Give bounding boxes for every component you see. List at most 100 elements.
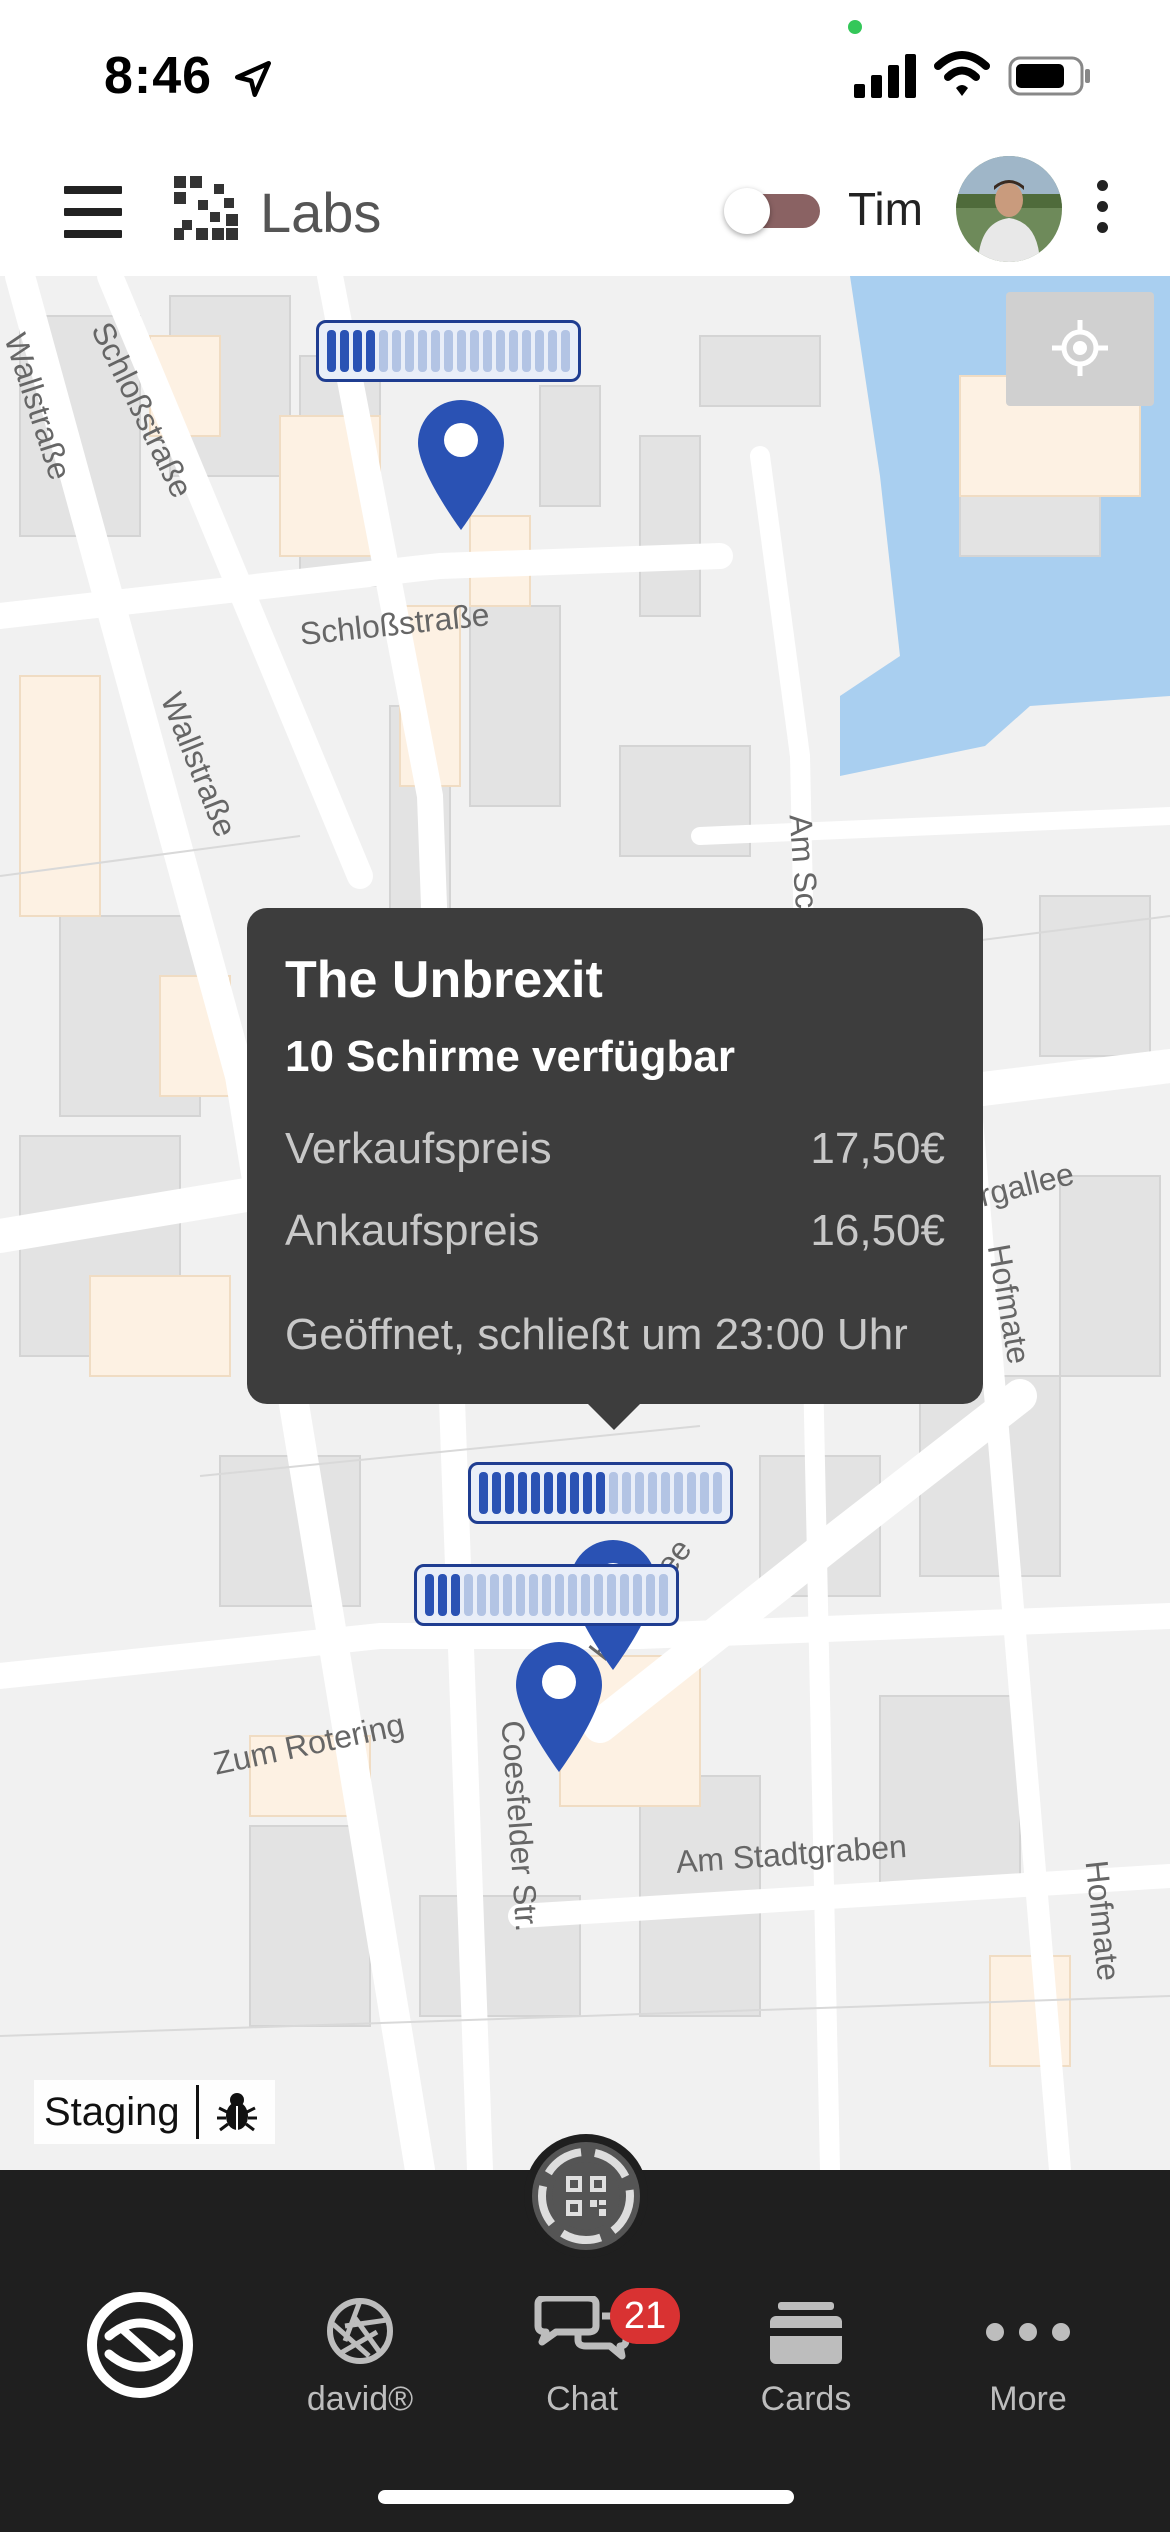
capacity-segment [607, 1574, 616, 1616]
mode-toggle[interactable] [724, 188, 820, 234]
home-indicator[interactable] [378, 2490, 794, 2504]
capacity-bar[interactable] [414, 1564, 679, 1626]
capacity-segment [431, 330, 440, 372]
app-header: Labs Tim [0, 150, 1170, 276]
capacity-segment [392, 330, 401, 372]
capacity-segment [366, 330, 375, 372]
capacity-segment [659, 1574, 668, 1616]
divider [195, 2085, 199, 2139]
capacity-segment [418, 330, 427, 372]
capacity-segment [557, 1472, 566, 1514]
capacity-segment [646, 1574, 655, 1616]
capacity-segment [438, 1574, 447, 1616]
camera-indicator-dot [848, 20, 862, 34]
capacity-segment [477, 1574, 486, 1616]
capacity-segment [661, 1472, 670, 1514]
kebab-dot [1096, 201, 1108, 212]
capacity-segment [444, 330, 453, 372]
kebab-dot [1096, 180, 1108, 191]
capacity-segment [470, 330, 479, 372]
capacity-segment [529, 1574, 538, 1616]
capacity-segment [509, 330, 518, 372]
capacity-segment [405, 330, 414, 372]
avatar-photo [956, 156, 1062, 262]
price-label: Ankaufspreis [285, 1206, 540, 1255]
kebab-dot [1096, 222, 1108, 233]
map-pin-icon[interactable] [516, 1642, 602, 1772]
nav-label: Cards [760, 2380, 852, 2418]
nav-label: david® [306, 2380, 414, 2418]
locate-me-button[interactable] [1006, 292, 1154, 406]
labs-logo-icon [174, 176, 238, 240]
capacity-segment [340, 330, 349, 372]
more-dots-icon [986, 2323, 1070, 2341]
location-popup[interactable]: The Unbrexit 10 Schirme verfügbar Verkau… [247, 908, 983, 1404]
price-label: Verkaufspreis [285, 1124, 552, 1173]
capacity-segment [700, 1472, 709, 1514]
popup-title: The Unbrexit [285, 951, 603, 1009]
capacity-segment [496, 330, 505, 372]
opening-hours: Geöffnet, schließt um 23:00 Uhr [285, 1310, 908, 1359]
capacity-segment [353, 330, 362, 372]
capacity-bar[interactable] [316, 320, 581, 382]
chat-unread-badge: 21 [610, 2288, 680, 2344]
price-value: 16,50€ [810, 1206, 945, 1255]
map-view[interactable]: Wallstraße Schloßstraße Schloßstraße Wal… [0, 276, 1170, 2170]
map-pin-icon[interactable] [418, 400, 504, 530]
capacity-segment [609, 1472, 618, 1514]
capacity-segment [570, 1472, 579, 1514]
status-time: 8:46 [104, 47, 213, 105]
status-bar: 8:46 [0, 0, 1170, 150]
capacity-segment [490, 1574, 499, 1616]
capacity-segment [674, 1472, 683, 1514]
price-value: 17,50€ [810, 1124, 945, 1173]
capacity-segment [464, 1574, 473, 1616]
menu-button[interactable] [64, 186, 122, 238]
capacity-segment [581, 1574, 590, 1616]
capacity-segment [635, 1472, 644, 1514]
avatar[interactable] [956, 156, 1062, 262]
wifi-icon [934, 51, 990, 96]
crosshair-icon [1052, 320, 1108, 376]
staging-label: Staging [44, 2089, 180, 2134]
umbrella-exchange-icon [87, 2292, 193, 2398]
capacity-segment [503, 1574, 512, 1616]
capacity-segment [479, 1472, 488, 1514]
capacity-segment [622, 1472, 631, 1514]
capacity-segment [568, 1574, 577, 1616]
staging-badge[interactable]: Staging [34, 2080, 275, 2144]
capacity-segment [620, 1574, 629, 1616]
capacity-segment [535, 330, 544, 372]
scan-qr-button[interactable] [524, 2134, 648, 2258]
price-row: Verkaufspreis 17,50€ [285, 1124, 945, 1174]
capacity-segment [483, 330, 492, 372]
price-row: Ankaufspreis 16,50€ [285, 1206, 945, 1256]
capacity-segment [555, 1574, 564, 1616]
cards-icon [770, 2302, 842, 2364]
capacity-segment [457, 330, 466, 372]
nav-label: Chat [546, 2380, 618, 2418]
capacity-segment [542, 1574, 551, 1616]
menu-line [64, 208, 122, 216]
battery-icon [1008, 56, 1090, 96]
capacity-segment [596, 1472, 605, 1514]
bug-icon [216, 2093, 257, 2132]
capacity-segment [633, 1574, 642, 1616]
capacity-segment [531, 1472, 540, 1514]
menu-line [64, 186, 122, 194]
overflow-menu-button[interactable] [1090, 180, 1114, 240]
capacity-segment [451, 1574, 460, 1616]
capacity-segment [583, 1472, 592, 1514]
capacity-segment [713, 1472, 722, 1514]
capacity-segment [648, 1472, 657, 1514]
nav-label: More [989, 2380, 1067, 2418]
toggle-knob [724, 188, 770, 234]
brand-title: Labs [260, 181, 382, 244]
capacity-segment [594, 1574, 603, 1616]
qr-scan-icon [532, 2142, 640, 2250]
capacity-segment [379, 330, 388, 372]
capacity-segment [492, 1472, 501, 1514]
capacity-segment [544, 1472, 553, 1514]
user-name: Tim [848, 183, 923, 235]
capacity-bar[interactable] [468, 1462, 733, 1524]
